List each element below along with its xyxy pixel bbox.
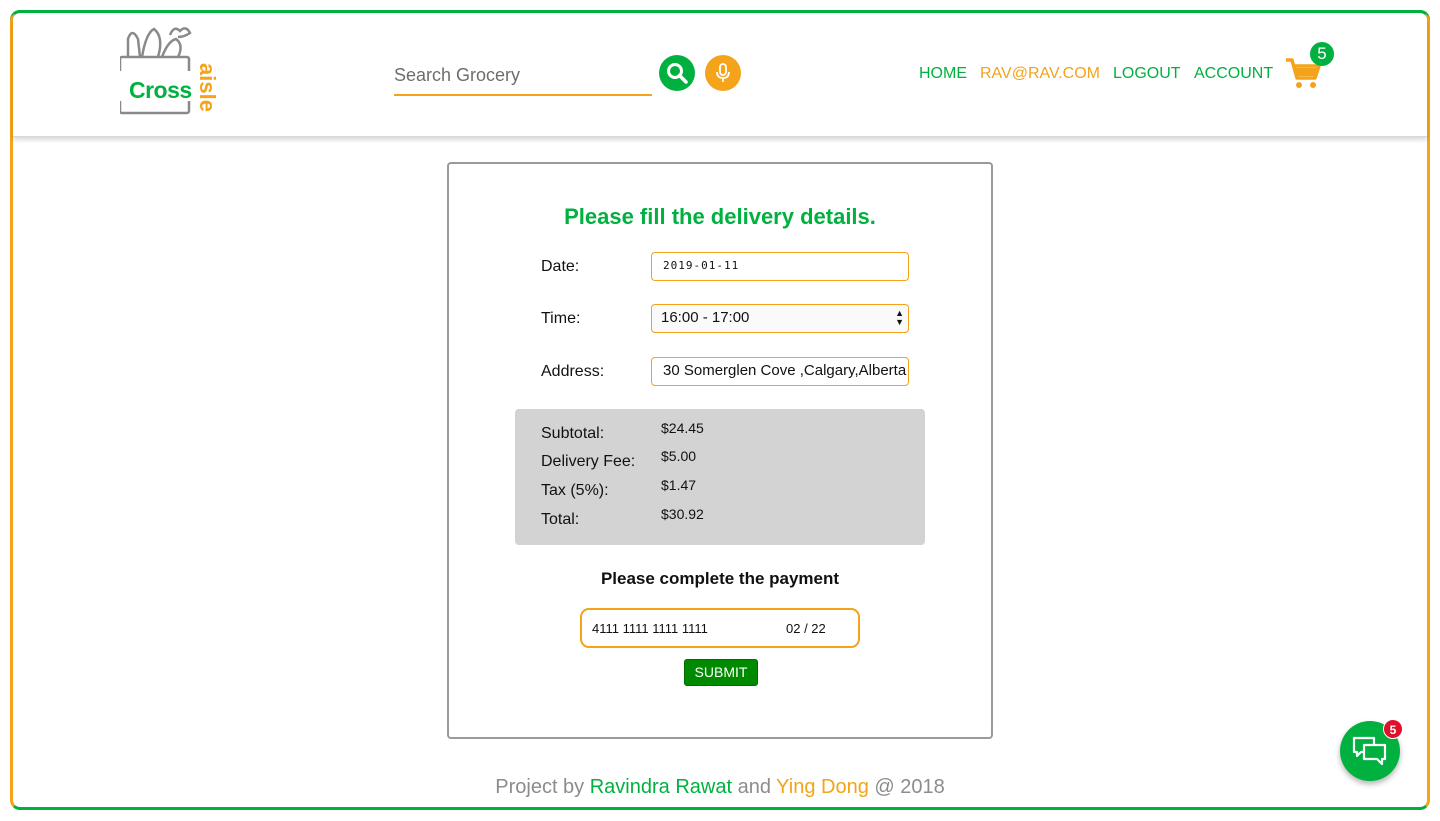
card-number-field[interactable]: 4111 1111 1111 1111: [592, 621, 708, 636]
subtotal-label: Subtotal:: [541, 425, 605, 442]
subtotal-value: $24.45: [661, 420, 704, 436]
delivery-fee-label: Delivery Fee:: [541, 453, 636, 470]
search-bar: [394, 58, 652, 96]
logo-text-aisle: aisle: [195, 63, 220, 112]
address-input[interactable]: 30 Somerglen Cove ,Calgary,Alberta: [651, 357, 909, 386]
time-select[interactable]: 16:00 - 17:00 ▲ ▼: [651, 304, 909, 333]
nav-logout-link[interactable]: LOGOUT: [1113, 65, 1181, 83]
footer-suffix: @ 2018: [868, 776, 945, 798]
nav-user-email-link[interactable]: RAV@RAV.COM: [980, 65, 1100, 83]
submit-button[interactable]: SUBMIT: [684, 659, 758, 686]
microphone-icon: [716, 63, 730, 82]
footer-joiner: and: [732, 776, 777, 798]
cart-count-badge: 5: [1310, 42, 1334, 66]
search-input[interactable]: [394, 58, 652, 92]
delivery-form-title: Please fill the delivery details.: [564, 204, 876, 229]
voice-search-button[interactable]: [705, 55, 741, 91]
order-summary: Subtotal: $24.45 Delivery Fee: $5.00 Tax…: [515, 409, 925, 545]
logo-text-cross: Cross: [129, 77, 192, 103]
payment-title: Please complete the payment: [600, 569, 840, 588]
address-label: Address:: [541, 363, 605, 380]
delivery-details-card: Please fill the delivery details. Date: …: [447, 162, 993, 739]
select-arrows-icon: ▲ ▼: [895, 308, 904, 327]
site-logo[interactable]: Cross aisle: [120, 23, 230, 123]
total-value: $30.92: [661, 506, 704, 522]
delivery-fee-value: $5.00: [661, 448, 697, 464]
chat-notification-badge: 5: [1383, 719, 1403, 739]
footer-prefix: Project by: [495, 776, 590, 798]
time-label: Time:: [541, 310, 581, 327]
date-label: Date:: [541, 258, 580, 275]
author-ying-link[interactable]: Ying Dong: [776, 776, 869, 798]
search-button[interactable]: [659, 55, 695, 91]
search-icon: [667, 63, 688, 84]
chat-bubbles-icon: [1352, 736, 1387, 766]
nav-home-link[interactable]: HOME: [919, 65, 967, 83]
date-input[interactable]: 2019-01-11: [651, 252, 909, 281]
time-select-value: 16:00 - 17:00: [661, 309, 750, 326]
page-footer: Project by Ravindra Rawat and Ying Dong …: [0, 776, 1440, 799]
total-label: Total:: [541, 511, 580, 528]
tax-label: Tax (5%):: [541, 482, 609, 499]
site-header: Cross aisle HOME RAV@RAV.COM LOGOUT ACCO…: [13, 13, 1427, 137]
credit-card-input[interactable]: 4111 1111 1111 1111 02 / 22: [580, 608, 860, 648]
card-expiry-field[interactable]: 02 / 22: [786, 621, 826, 636]
nav-account-link[interactable]: ACCOUNT: [1194, 65, 1273, 83]
tax-value: $1.47: [661, 477, 697, 493]
author-ravindra-link[interactable]: Ravindra Rawat: [590, 776, 732, 798]
